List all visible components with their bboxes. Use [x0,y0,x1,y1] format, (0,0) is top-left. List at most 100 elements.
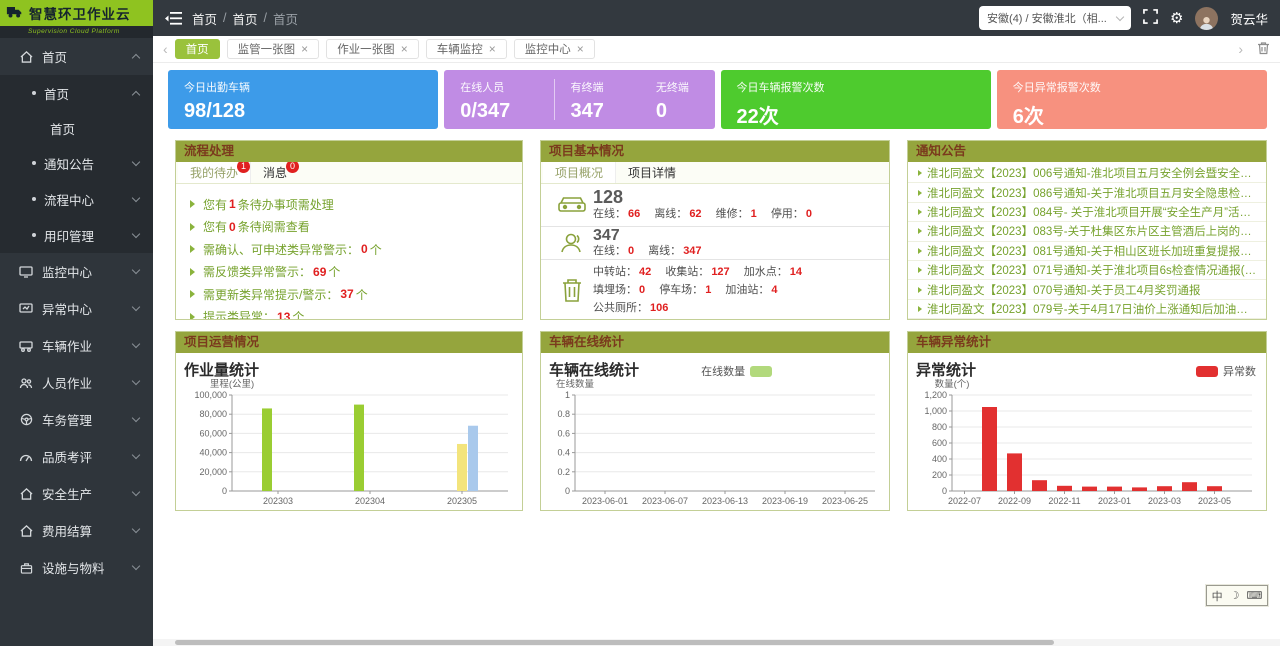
vehicle-total: 128 [593,188,823,207]
trash-icon[interactable] [1257,41,1270,58]
personnel-summary-row: 347 在线：0 离线：347 [541,227,889,260]
sidebar-item-home-l2[interactable]: 首页 [0,75,153,111]
svg-text:2023-03: 2023-03 [1148,496,1181,506]
card-personnel-online: 在线人员 0/347 有终端 347 无终端 0 [444,70,714,129]
list-item[interactable]: 淮北同盈文【2023】079号-关于4月17日油价上涨通知后加油情况通报 [908,300,1266,319]
chevron-up-icon [132,90,140,98]
username[interactable]: 贺云华 [1230,9,1268,28]
ime-toolbar[interactable]: 中 ☽ ⌨ [1206,585,1268,606]
notice-list: 淮北同盈文【2023】006号通知-淮北项目五月安全例会暨安全生产月启动会… 淮… [908,162,1266,319]
sidebar-item-seal-management[interactable]: 用印管理 [0,217,153,253]
fullscreen-icon[interactable] [1143,9,1158,27]
list-item[interactable]: 淮北同盈文【2023】081号通知-关于相山区班长加班重复提报的通报 [908,242,1266,261]
tab-vehicle-monitor[interactable]: 车辆监控 × [426,39,507,59]
personnel-stats: 在线：0 离线：347 [593,244,713,259]
ime-keyboard-icon[interactable]: ⌨ [1246,589,1262,602]
region-select[interactable]: 安徽(4) / 安徽淮北（相... [979,6,1131,30]
sidebar-item-notices[interactable]: 通知公告 [0,145,153,181]
close-icon[interactable]: × [401,43,408,55]
svg-text:20,000: 20,000 [199,467,227,477]
tab-home[interactable]: 首页 [175,39,220,59]
tabs-scroll-right-icon[interactable]: › [1238,42,1243,56]
svg-text:2023-06-13: 2023-06-13 [702,496,748,506]
sidebar-item-personnel-work[interactable]: 人员作业 [0,364,153,401]
sidebar-item-process-center[interactable]: 流程中心 [0,181,153,217]
breadcrumb-level2[interactable]: 首页 [233,9,258,28]
chevron-down-icon [132,229,140,237]
scrollbar-thumb[interactable] [175,640,1054,645]
sidebar-item-home-l3[interactable]: 首页 [0,111,153,145]
breadcrumb-current: 首页 [273,9,298,28]
panel-vehicle-online: 车辆在线统计 车辆在线统计 在线数量 在线数量00.20.40.60.81202… [540,331,890,511]
sidebar-item-vehicle-work[interactable]: 车辆作业 [0,327,153,364]
tab-project-overview[interactable]: 项目概况 [543,162,616,183]
list-item[interactable]: 淮北同盈文【2023】083号-关于杜集区东片区主管酒后上岗的处罚通告 [908,222,1266,241]
tab-project-details[interactable]: 项目详情 [616,162,688,183]
tab-supervision-map[interactable]: 监管一张图 × [227,39,320,59]
arrow-right-icon [918,170,922,176]
svg-text:200: 200 [932,470,947,480]
sidebar-item-facilities-materials[interactable]: 设施与物料 [0,549,153,586]
ime-language-icon[interactable]: 中 [1212,588,1223,604]
svg-text:0.8: 0.8 [557,409,570,419]
svg-text:1,200: 1,200 [924,390,947,400]
sidebar-item-exception-center[interactable]: 异常中心 [0,290,153,327]
panel-vehicle-abnormal: 车辆异常统计 异常统计 异常数 数量(个)02004006008001,0001… [907,331,1267,511]
sidebar-item-home-root[interactable]: 首页 [0,38,153,75]
tab-monitor-center[interactable]: 监控中心 × [514,39,595,59]
workload-bar-chart: 里程(公里)020,00040,00060,00080,000100,00020… [180,379,516,507]
close-icon[interactable]: × [489,43,496,55]
panel-title: 流程处理 [176,141,522,162]
panel-title: 通知公告 [908,141,1266,162]
gear-icon[interactable]: ⚙ [1170,11,1183,26]
tabs-scroll-left-icon[interactable]: ‹ [163,42,168,56]
list-item[interactable]: 您有1条待办事项需处理 [190,193,508,216]
facility-line-3: 公共厕所：106 [593,299,813,317]
breadcrumb-home[interactable]: 首页 [192,9,217,28]
panel-title: 项目运营情况 [176,332,522,353]
list-item[interactable]: 淮北同盈文【2023】006号通知-淮北项目五月安全例会暨安全生产月启动会… [908,164,1266,183]
sidebar: 智慧环卫作业云 Supervision Cloud Platform 首页 首页 [0,0,153,646]
list-item[interactable]: 需确认、可申述类异常警示：0个 [190,238,508,261]
svg-text:2022-11: 2022-11 [1048,496,1080,506]
list-item[interactable]: 提示类异常：13个 [190,306,508,320]
horizontal-scrollbar[interactable] [153,639,1280,646]
sidebar-item-fleet-management[interactable]: 车务管理 [0,401,153,438]
arrow-right-icon [190,313,195,319]
list-item[interactable]: 您有0条待阅需查看 [190,216,508,239]
sidebar-collapse-icon[interactable] [165,12,182,25]
arrow-right-icon [190,290,195,298]
settlement-icon [18,525,34,537]
avatar[interactable] [1195,7,1218,30]
close-icon[interactable]: × [301,43,308,55]
abnormal-bar-chart: 数量(个)02004006008001,0001,2002022-072022-… [912,379,1260,507]
tab-messages[interactable]: 消息 0 [251,162,299,183]
sidebar-item-monitor-center[interactable]: 监控中心 [0,253,153,290]
list-item[interactable]: 需更新类异常提示/警示：37个 [190,283,508,306]
steering-wheel-icon [18,413,34,426]
main-area: 首页 / 首页 / 首页 安徽(4) / 安徽淮北（相... ⚙ 贺云华 [153,0,1280,646]
ime-punctuation-icon[interactable]: ☽ [1230,589,1240,602]
chart-legend[interactable]: 异常数 [1196,363,1256,379]
car-icon [551,194,593,216]
sidebar-item-safety-production[interactable]: 安全生产 [0,475,153,512]
svg-text:0.6: 0.6 [557,428,570,438]
todo-badge: 1 [237,162,250,173]
list-item[interactable]: 淮北同盈文【2023】071号通知-关于淮北项目6s检查情况通报(2)(2) [908,261,1266,280]
list-item[interactable]: 淮北同盈文【2023】086号通知-关于淮北项目五月安全隐患检查情况通告 [908,183,1266,202]
card-abnormal-alarms: 今日异常报警次数 6次 [997,70,1267,129]
svg-text:600: 600 [932,438,947,448]
close-icon[interactable]: × [577,43,584,55]
svg-text:80,000: 80,000 [199,409,227,419]
list-item[interactable]: 淮北同盈文【2023】084号- 关于淮北项目开展“安全生产月”活动的通知 [908,203,1266,222]
people-icon [18,377,34,389]
sidebar-item-cost-settlement[interactable]: 费用结算 [0,512,153,549]
chart-legend[interactable]: 在线数量 [701,363,772,379]
panel-notices: 通知公告 淮北同盈文【2023】006号通知-淮北项目五月安全例会暨安全生产月启… [907,140,1267,320]
tab-operation-map[interactable]: 作业一张图 × [326,39,419,59]
list-item[interactable]: 淮北同盈文【2023】070号通知-关于员工4月奖罚通报 [908,280,1266,299]
list-item[interactable]: 需反馈类异常警示：69个 [190,261,508,284]
sidebar-item-quality-review[interactable]: 品质考评 [0,438,153,475]
legend-swatch [750,366,772,377]
tab-my-todo[interactable]: 我的待办 1 [178,162,251,183]
